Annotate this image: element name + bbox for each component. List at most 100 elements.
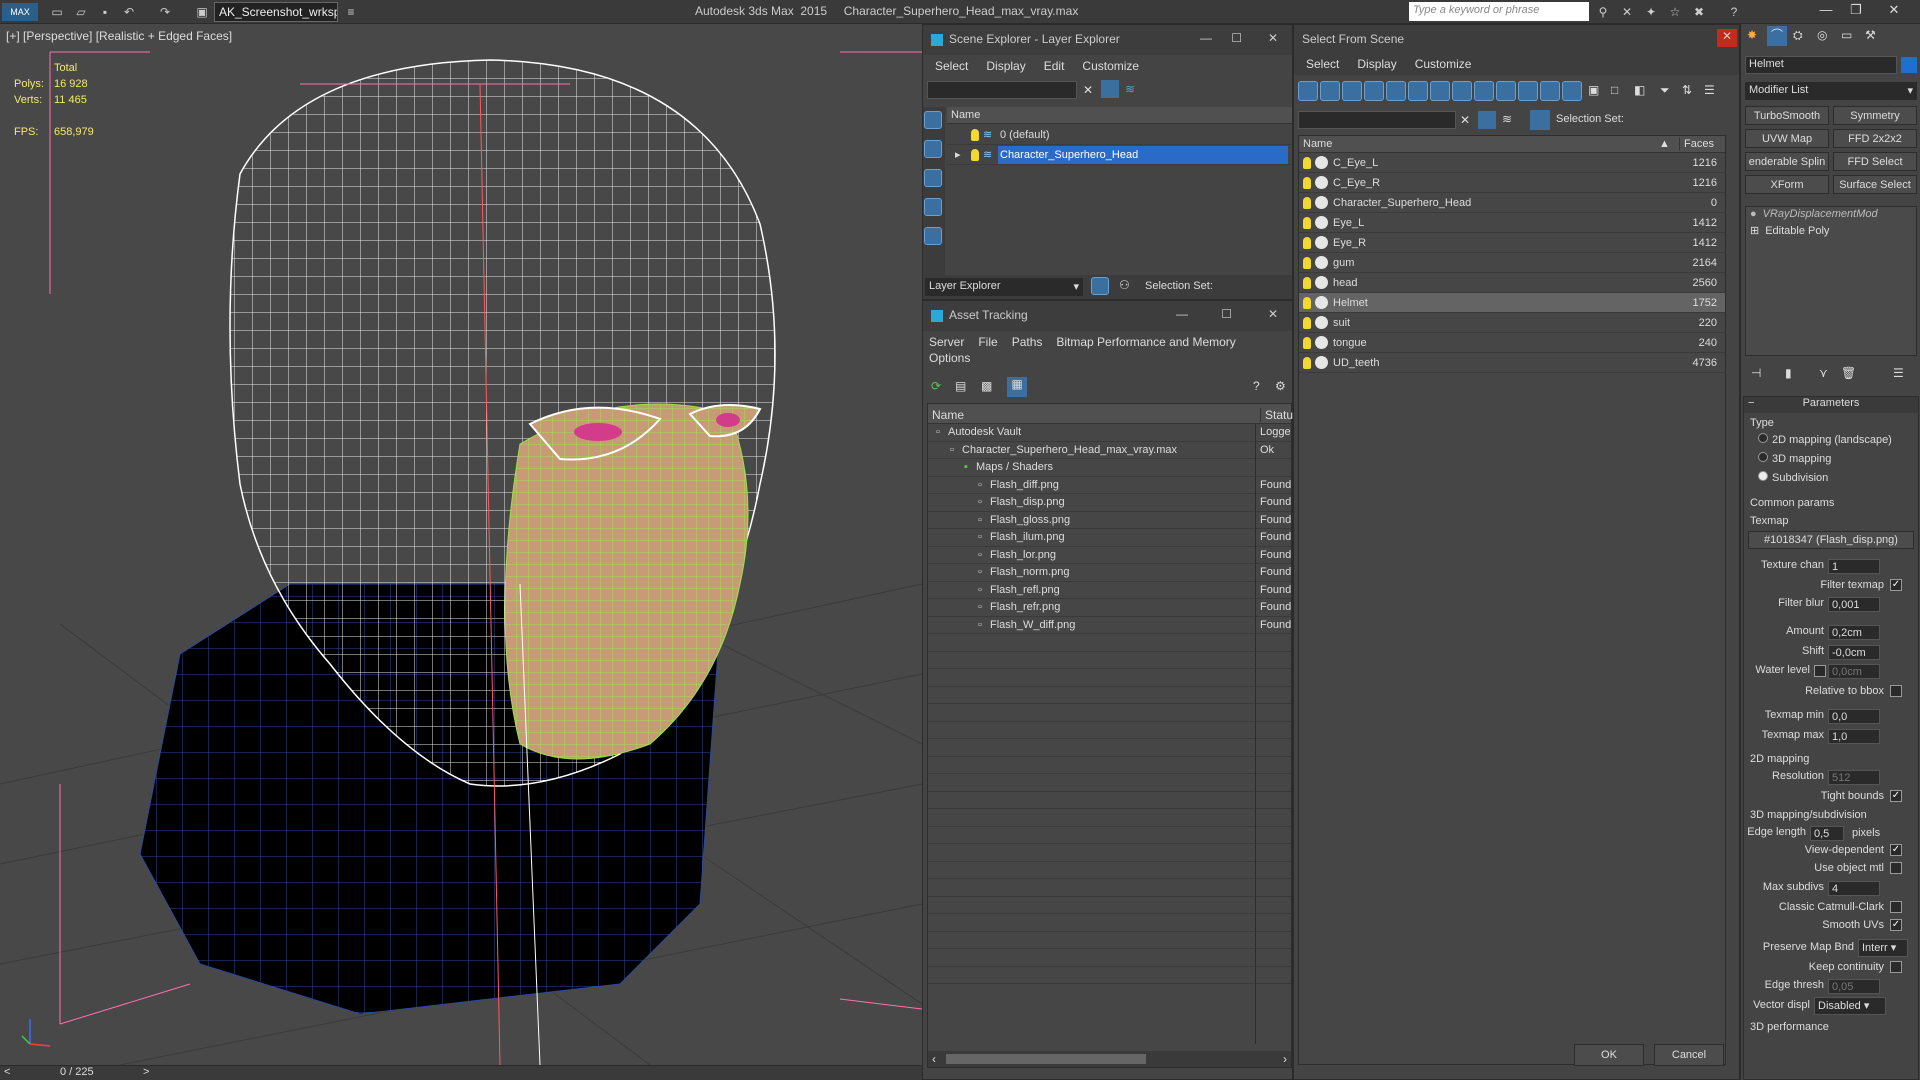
scroll-left-icon[interactable]: ‹	[932, 1052, 936, 1066]
clear-search-icon[interactable]: ✕	[1460, 113, 1470, 127]
use-object-mtl-checkbox[interactable]	[1890, 862, 1902, 874]
asset-row[interactable]: ▫ Flash_diff.png Found	[928, 477, 1291, 494]
filter-blur-field[interactable]: 0,001	[1828, 597, 1880, 612]
smooth-uvs-checkbox[interactable]: ✓	[1890, 919, 1902, 931]
bulb-icon[interactable]	[1303, 257, 1311, 269]
filter-all-icon[interactable]	[1562, 81, 1582, 101]
relative-bbox-checkbox[interactable]	[1890, 685, 1902, 697]
texmap-max-field[interactable]: 1,0	[1828, 729, 1880, 744]
asset-row[interactable]: ▫ Flash_ilum.png Found	[928, 529, 1291, 547]
app-logo[interactable]: MAX	[2, 3, 38, 21]
expand-icon[interactable]: ▸	[955, 148, 961, 161]
asset-row[interactable]: ▫ Flash_W_diff.png Found	[928, 617, 1291, 634]
layer-row-character[interactable]: ▸ ≋ Character_Superhero_Head	[947, 145, 1292, 165]
list-icon[interactable]: ▤	[955, 379, 966, 393]
asset-row[interactable]: ▫ Character_Superhero_Head_max_vray.max Ok	[928, 442, 1291, 459]
filter-geometry-icon[interactable]	[1298, 81, 1318, 101]
view-dependent-checkbox[interactable]: ✓	[1890, 844, 1902, 856]
object-row[interactable]: head 2560	[1299, 273, 1725, 293]
layer-manage-icon[interactable]	[1091, 277, 1109, 295]
object-row[interactable]: Character_Superhero_Head 0	[1299, 193, 1725, 213]
filter-icon[interactable]	[1101, 80, 1119, 98]
hierarchy-tab-icon[interactable]: ⛭	[1793, 28, 1803, 43]
column-name[interactable]: Name	[1303, 138, 1332, 150]
object-row[interactable]: C_Eye_R 1216	[1299, 173, 1725, 193]
menu-edit[interactable]: Edit	[1044, 59, 1065, 73]
keep-continuity-checkbox[interactable]	[1890, 961, 1902, 973]
layer-name-header[interactable]: Name	[947, 107, 1292, 124]
filter-lights-icon[interactable]	[1342, 81, 1362, 101]
asset-row[interactable]: ▪ Maps / Shaders	[928, 459, 1291, 477]
show-end-result-icon[interactable]: ▮	[1785, 366, 1792, 380]
maximize-icon[interactable]: ☐	[1221, 307, 1232, 321]
settings-icon[interactable]: ⚙	[1275, 379, 1286, 393]
menu-display[interactable]: Display	[1357, 57, 1396, 71]
minimize-icon[interactable]: —	[1200, 31, 1212, 45]
asset-row[interactable]: ▫ Flash_gloss.png Found	[928, 512, 1291, 529]
texture-chan-field[interactable]: 1	[1828, 559, 1880, 574]
edge-length-field[interactable]: 0,5	[1810, 826, 1844, 841]
bulb-icon[interactable]	[1303, 297, 1311, 309]
edge-thresh-field[interactable]: 0,05	[1828, 979, 1880, 994]
object-row[interactable]: C_Eye_L 1216	[1299, 153, 1725, 173]
motion-tab-icon[interactable]: ◎	[1817, 28, 1827, 42]
table-view-icon[interactable]: ▦	[1007, 377, 1027, 397]
funnel-icon[interactable]: ⏷	[1660, 83, 1670, 98]
object-name-field[interactable]: Helmet	[1745, 56, 1897, 74]
thumbnail-icon[interactable]: ▩	[981, 379, 992, 393]
menu-display[interactable]: Display	[986, 59, 1025, 73]
modifier-button[interactable]: FFD Select	[1833, 152, 1917, 171]
undo-icon[interactable]: ↶	[120, 3, 138, 21]
bulb-icon[interactable]	[1303, 277, 1311, 289]
tools-icon[interactable]: ✕	[1618, 3, 1636, 21]
asset-tracking-titlebar[interactable]: Asset Tracking — ☐ ✕	[923, 301, 1292, 331]
sort-icon[interactable]: ⇅	[1682, 83, 1692, 97]
asset-row[interactable]: ▫ Flash_norm.png Found	[928, 564, 1291, 582]
object-row[interactable]: gum 2164	[1299, 253, 1725, 273]
filter-toggle-icon[interactable]	[1478, 111, 1496, 129]
filter-shapes-icon[interactable]	[1320, 81, 1340, 101]
preserve-map-dropdown[interactable]: Interr ▾	[1858, 939, 1908, 957]
cancel-button[interactable]: Cancel	[1654, 1044, 1724, 1066]
workspace-menu-icon[interactable]: ≡	[342, 3, 360, 21]
max-subdivs-field[interactable]: 4	[1828, 881, 1880, 896]
restore-button[interactable]: ❐	[1842, 2, 1870, 22]
object-row[interactable]: suit 220	[1299, 313, 1725, 333]
asset-row[interactable]: ▫ Autodesk Vault Logge	[928, 424, 1291, 442]
pin-stack-icon[interactable]: ⊣	[1751, 366, 1761, 380]
modifier-button[interactable]: FFD 2x2x2	[1833, 129, 1917, 148]
bulb-icon[interactable]	[1303, 197, 1311, 209]
redo-icon[interactable]: ↷	[156, 3, 174, 21]
project-folder-icon[interactable]: ▣	[193, 3, 211, 21]
stack-item-vray-displacement[interactable]: ● VRayDisplacementMod	[1746, 207, 1916, 223]
tight-bounds-checkbox[interactable]: ✓	[1890, 790, 1902, 802]
filter-xrefs-icon[interactable]	[1452, 81, 1472, 101]
bulb-icon[interactable]	[1303, 317, 1311, 329]
asset-row[interactable]: ▫ Flash_refr.png Found	[928, 599, 1291, 617]
object-row[interactable]: Eye_L 1412	[1299, 213, 1725, 233]
open-file-icon[interactable]: ▱	[72, 3, 90, 21]
layer-options-icon[interactable]: ≋	[1125, 82, 1135, 96]
close-icon[interactable]: ✕	[1717, 29, 1737, 47]
help-icon[interactable]: ?	[1725, 3, 1743, 21]
binoculars-icon[interactable]: ⚲	[1594, 3, 1612, 21]
scene-explorer-titlebar[interactable]: Scene Explorer - Layer Explorer — ☐ ✕	[923, 25, 1292, 55]
hierarchy-toggle-icon[interactable]: ⚇	[1119, 278, 1130, 292]
modifier-button[interactable]: enderable Splin	[1745, 152, 1829, 171]
time-next-icon[interactable]: >	[143, 1066, 149, 1078]
filter-warps-icon[interactable]	[1408, 81, 1428, 101]
select-all-icon[interactable]: ▣	[1588, 83, 1599, 97]
object-row[interactable]: UD_teeth 4736	[1299, 353, 1725, 373]
modifier-list-dropdown[interactable]: Modifier List ▾	[1745, 82, 1917, 100]
column-faces[interactable]: Faces	[1679, 138, 1714, 150]
maximize-icon[interactable]: ☐	[1231, 31, 1242, 45]
exchange-icon[interactable]: ✖	[1690, 3, 1708, 21]
modifier-button[interactable]: TurboSmooth	[1745, 106, 1829, 125]
vector-disp-dropdown[interactable]: Disabled ▾	[1814, 997, 1886, 1015]
utilities-tab-icon[interactable]: ⚒	[1865, 28, 1876, 42]
filter-groups-icon[interactable]	[1430, 81, 1450, 101]
bulb-icon[interactable]	[1303, 217, 1311, 229]
display-all-icon[interactable]	[924, 140, 942, 158]
bulb-icon[interactable]	[1303, 177, 1311, 189]
close-icon[interactable]: ✕	[1268, 307, 1278, 321]
